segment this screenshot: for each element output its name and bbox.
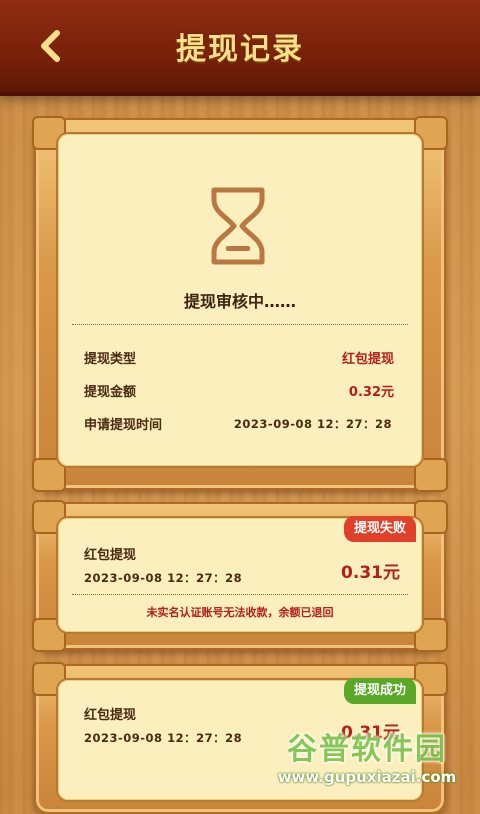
divider [72, 324, 408, 325]
pending-status-text: 提现审核中…… [183, 292, 296, 311]
top-bar: 提现记录 [0, 0, 480, 92]
watermark-url: www.gupuxiazai.com [277, 768, 457, 786]
divider [72, 594, 408, 595]
record-paper: 提现失败 红包提现 2023-09-08 12：27：28 0.31元 未实名认… [58, 516, 422, 632]
record-card-failed: 提现失败 红包提现 2023-09-08 12：27：28 0.31元 未实名认… [32, 500, 448, 652]
record-time: 2023-09-08 12：27：28 [84, 571, 243, 585]
failure-note: 未实名认证账号无法收款，余额已退回 [146, 606, 334, 619]
frame-corner [414, 458, 448, 492]
record-type: 红包提现 [84, 708, 137, 723]
apply-time-label: 申请提现时间 [84, 418, 163, 433]
withdraw-amount-value: 0.32元 [348, 385, 394, 400]
pending-withdrawal-card: 提现审核中…… 提现类型 红包提现 提现金额 0.32元 申请提现时间 2023… [32, 116, 448, 492]
status-badge: 提现成功 [343, 678, 416, 704]
watermark-brand: 谷普软件园 [287, 732, 447, 767]
record-amount: 0.31元 [341, 563, 400, 583]
pending-paper: 提现审核中…… 提现类型 红包提现 提现金额 0.32元 申请提现时间 2023… [58, 134, 422, 466]
page-title: 提现记录 [176, 32, 304, 67]
record-time: 2023-09-08 12：27：28 [84, 731, 243, 745]
apply-time-value: 2023-09-08 12：27：28 [233, 417, 392, 431]
withdraw-type-label: 提现类型 [84, 352, 137, 367]
watermark: 谷普软件园 www.gupuxiazai.com [262, 724, 472, 794]
withdraw-amount-label: 提现金额 [84, 385, 137, 400]
hourglass-icon [211, 187, 265, 265]
status-badge: 提现失败 [343, 516, 416, 542]
record-type: 红包提现 [84, 548, 137, 563]
withdraw-type-value: 红包提现 [341, 352, 394, 367]
